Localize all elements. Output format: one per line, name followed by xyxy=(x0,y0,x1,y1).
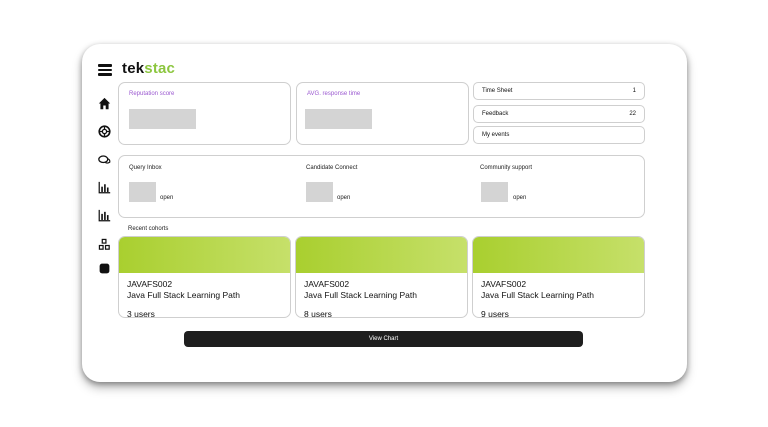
timesheet-row[interactable]: Time Sheet 1 xyxy=(473,82,645,100)
cohort-users: 3 users xyxy=(127,309,155,318)
reputation-value-placeholder xyxy=(129,109,196,129)
cubes-icon[interactable] xyxy=(97,237,111,251)
timesheet-count: 1 xyxy=(632,88,636,94)
community-support-placeholder xyxy=(481,182,508,202)
events-label: My events xyxy=(482,132,510,138)
cohort-card[interactable]: JAVAFS002 Java Full Stack Learning Path … xyxy=(118,236,291,318)
inbox-card: Query Inbox open Candidate Connect open … xyxy=(118,155,645,218)
cohort-code: JAVAFS002 xyxy=(127,279,173,289)
cohort-code: JAVAFS002 xyxy=(481,279,527,289)
query-inbox-status[interactable]: open xyxy=(160,195,173,201)
response-time-label: AVG. response time xyxy=(307,91,361,97)
cohort-banner xyxy=(296,237,467,273)
cohort-code: JAVAFS002 xyxy=(304,279,350,289)
bar-chart-icon[interactable] xyxy=(97,180,111,194)
view-chart-button[interactable]: View Chart xyxy=(184,331,583,347)
cohort-card[interactable]: JAVAFS002 Java Full Stack Learning Path … xyxy=(295,236,468,318)
cohort-name: Java Full Stack Learning Path xyxy=(304,290,417,300)
logo: tekstac xyxy=(122,60,176,77)
feedback-label: Feedback xyxy=(482,111,509,117)
home-icon[interactable] xyxy=(97,96,111,110)
response-time-card: AVG. response time xyxy=(296,82,469,145)
recent-cohorts-heading: Recent cohorts xyxy=(128,226,169,232)
cohort-name: Java Full Stack Learning Path xyxy=(481,290,594,300)
lifebuoy-icon[interactable] xyxy=(97,124,111,138)
bar-chart-icon[interactable] xyxy=(97,208,111,222)
feedback-count: 22 xyxy=(629,111,636,117)
cohort-banner xyxy=(473,237,644,273)
cohort-banner xyxy=(119,237,290,273)
timesheet-label: Time Sheet xyxy=(482,88,513,94)
cohort-name: Java Full Stack Learning Path xyxy=(127,290,240,300)
cohort-card[interactable]: JAVAFS002 Java Full Stack Learning Path … xyxy=(472,236,645,318)
community-support-label: Community support xyxy=(480,165,533,171)
cohort-users: 8 users xyxy=(304,309,332,318)
query-inbox-placeholder xyxy=(129,182,156,202)
chat-icon[interactable] xyxy=(97,153,111,167)
candidate-connect-label: Candidate Connect xyxy=(306,165,358,171)
query-inbox-label: Query Inbox xyxy=(129,165,162,171)
response-time-value-placeholder xyxy=(305,109,372,129)
reputation-card: Reputation score xyxy=(118,82,291,145)
menu-icon[interactable] xyxy=(98,64,112,76)
events-row[interactable]: My events xyxy=(473,126,645,144)
reputation-label: Reputation score xyxy=(129,91,175,97)
community-support-status[interactable]: open xyxy=(513,195,526,201)
candidate-connect-placeholder xyxy=(306,182,333,202)
square-icon[interactable] xyxy=(97,261,111,275)
cohort-users: 9 users xyxy=(481,309,509,318)
candidate-connect-status[interactable]: open xyxy=(337,195,350,201)
feedback-row[interactable]: Feedback 22 xyxy=(473,105,645,123)
